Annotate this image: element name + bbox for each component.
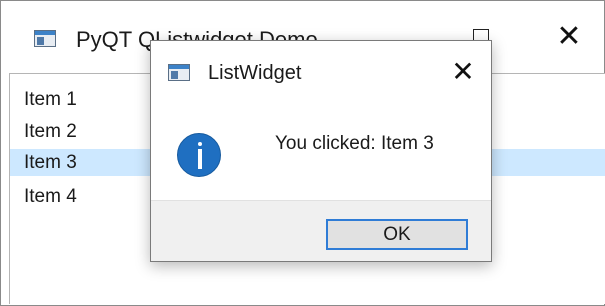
message-dialog: ListWidget ✕ You clicked: Item 3 OK <box>150 40 492 262</box>
dialog-app-icon <box>168 64 190 81</box>
dialog-close-button[interactable]: ✕ <box>435 41 491 101</box>
close-button[interactable]: ✕ <box>534 1 604 73</box>
close-icon: ✕ <box>556 19 582 54</box>
app-window-icon <box>34 30 56 47</box>
dialog-message: You clicked: Item 3 <box>275 133 434 154</box>
ok-button[interactable]: OK <box>326 219 468 250</box>
dialog-title: ListWidget <box>208 62 302 84</box>
info-icon <box>177 133 221 177</box>
dialog-button-bar: OK <box>151 200 491 261</box>
close-icon: ✕ <box>451 54 475 88</box>
